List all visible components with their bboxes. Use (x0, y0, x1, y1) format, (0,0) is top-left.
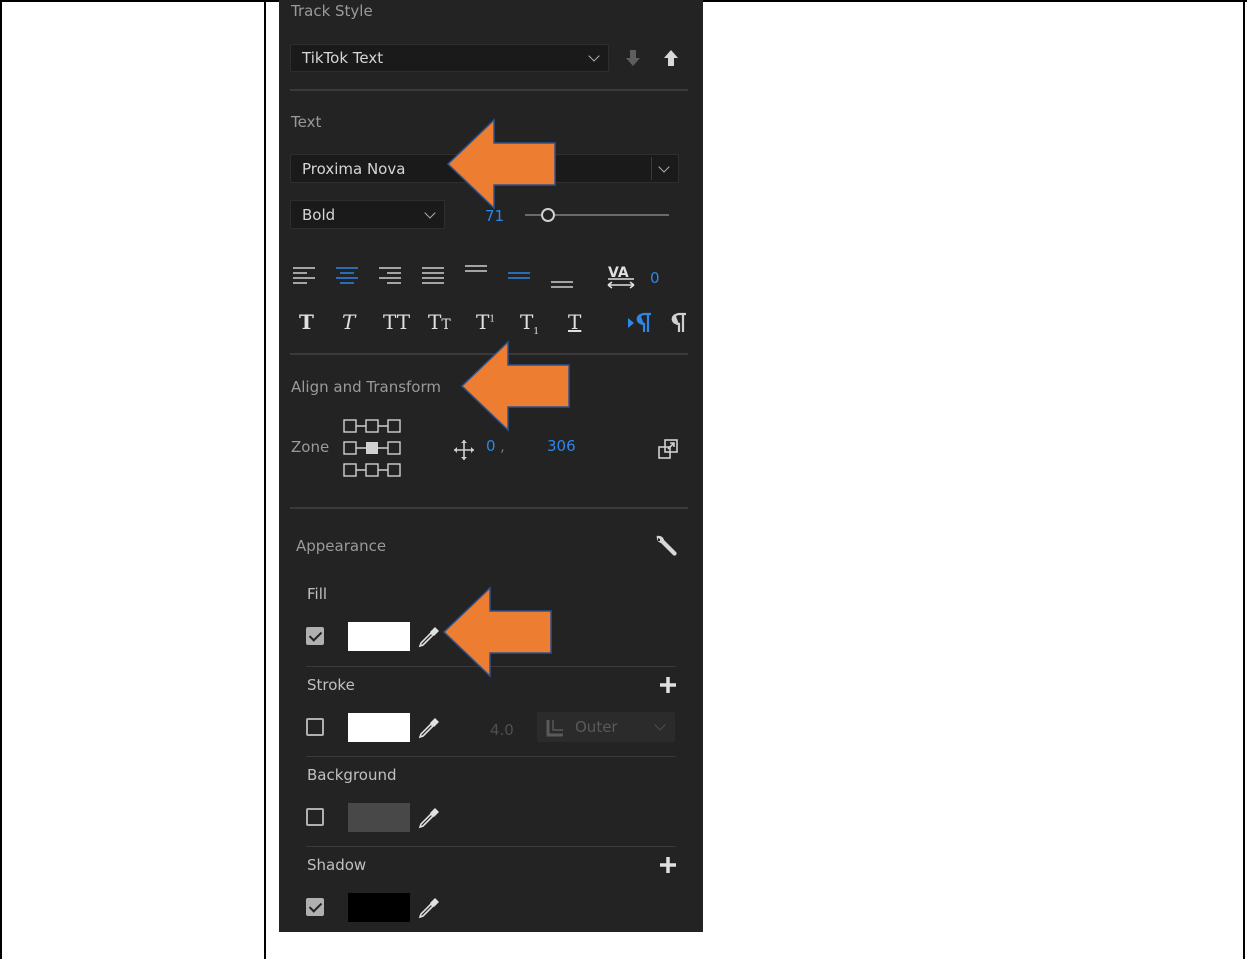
align-transform-label: Align and Transform (291, 378, 441, 396)
text-section-label: Text (291, 113, 322, 131)
stroke-type-value: Outer (575, 718, 618, 736)
reset-transform-icon[interactable] (657, 438, 679, 460)
zone-label: Zone (291, 438, 330, 456)
superscript-icon[interactable]: T1 (476, 310, 495, 334)
pipette-icon[interactable] (417, 716, 441, 740)
separator (290, 89, 688, 91)
background-color-swatch[interactable] (348, 803, 410, 832)
align-middle-icon[interactable] (507, 264, 531, 288)
stroke-label: Stroke (307, 676, 355, 694)
fill-color-swatch[interactable] (348, 622, 410, 651)
pipette-icon[interactable] (417, 806, 441, 830)
position-separator: , (500, 437, 505, 455)
table-column-divider (264, 0, 266, 959)
small-caps-icon[interactable]: TT (428, 310, 451, 334)
separator (306, 756, 676, 757)
separator (306, 846, 676, 847)
position-x-value[interactable]: 0 (486, 437, 496, 455)
wrench-icon[interactable] (653, 532, 679, 558)
subscript-icon[interactable]: T1 (520, 310, 539, 337)
table-border-left (0, 0, 2, 959)
align-center-icon[interactable] (335, 264, 359, 288)
appearance-label: Appearance (296, 537, 387, 555)
chevron-down-icon (424, 207, 436, 219)
annotation-arrow-align (460, 340, 570, 432)
all-caps-icon[interactable]: TT (383, 310, 410, 334)
annotation-arrow-font (446, 118, 556, 210)
align-left-icon[interactable] (292, 264, 316, 288)
background-label: Background (307, 766, 397, 784)
chevron-down-icon (654, 719, 666, 731)
tracking-icon[interactable]: VA (606, 262, 636, 290)
zone-grid-icon[interactable] (342, 418, 404, 480)
justify-icon[interactable] (421, 264, 445, 288)
shadow-color-swatch[interactable] (348, 893, 410, 922)
background-checkbox[interactable] (306, 808, 324, 826)
track-style-value: TikTok Text (302, 49, 384, 67)
tracking-value[interactable]: 0 (650, 269, 660, 287)
ltr-paragraph-icon[interactable] (626, 312, 654, 334)
rtl-paragraph-icon[interactable] (667, 312, 689, 334)
arrow-up-icon[interactable] (662, 48, 680, 68)
pipette-icon[interactable] (417, 625, 441, 649)
pipette-icon[interactable] (417, 896, 441, 920)
track-style-dropdown[interactable]: TikTok Text (290, 44, 609, 72)
position-y-value[interactable]: 306 (547, 437, 576, 455)
shadow-checkbox[interactable] (306, 898, 324, 916)
chevron-down-icon (588, 50, 600, 62)
font-style-value: Bold (302, 205, 336, 224)
italic-icon[interactable]: T (342, 310, 355, 334)
stroke-width-value[interactable]: 4.0 (490, 721, 514, 739)
separator (290, 507, 688, 509)
shadow-label: Shadow (307, 856, 367, 874)
bold-icon[interactable]: T (299, 310, 314, 334)
stroke-type-dropdown[interactable]: Outer (537, 712, 675, 742)
font-family-value: Proxima Nova (302, 159, 406, 178)
table-border-right (1243, 0, 1245, 959)
align-right-icon[interactable] (378, 264, 402, 288)
fill-label: Fill (307, 585, 328, 603)
move-icon[interactable] (453, 439, 475, 461)
align-top-icon[interactable] (464, 262, 488, 286)
plus-icon[interactable] (659, 856, 677, 874)
track-style-label: Track Style (291, 2, 373, 20)
chevron-down-icon (658, 161, 670, 173)
stroke-join-icon (546, 720, 563, 737)
underline-icon[interactable]: T (568, 310, 581, 334)
align-bottom-icon[interactable] (550, 268, 574, 292)
annotation-arrow-fill (442, 586, 552, 678)
font-style-dropdown[interactable]: Bold (290, 200, 445, 229)
plus-icon[interactable] (659, 676, 677, 694)
stroke-checkbox[interactable] (306, 718, 324, 736)
fill-checkbox[interactable] (306, 627, 324, 645)
arrow-down-icon[interactable] (624, 48, 642, 68)
stroke-color-swatch[interactable] (348, 713, 410, 742)
